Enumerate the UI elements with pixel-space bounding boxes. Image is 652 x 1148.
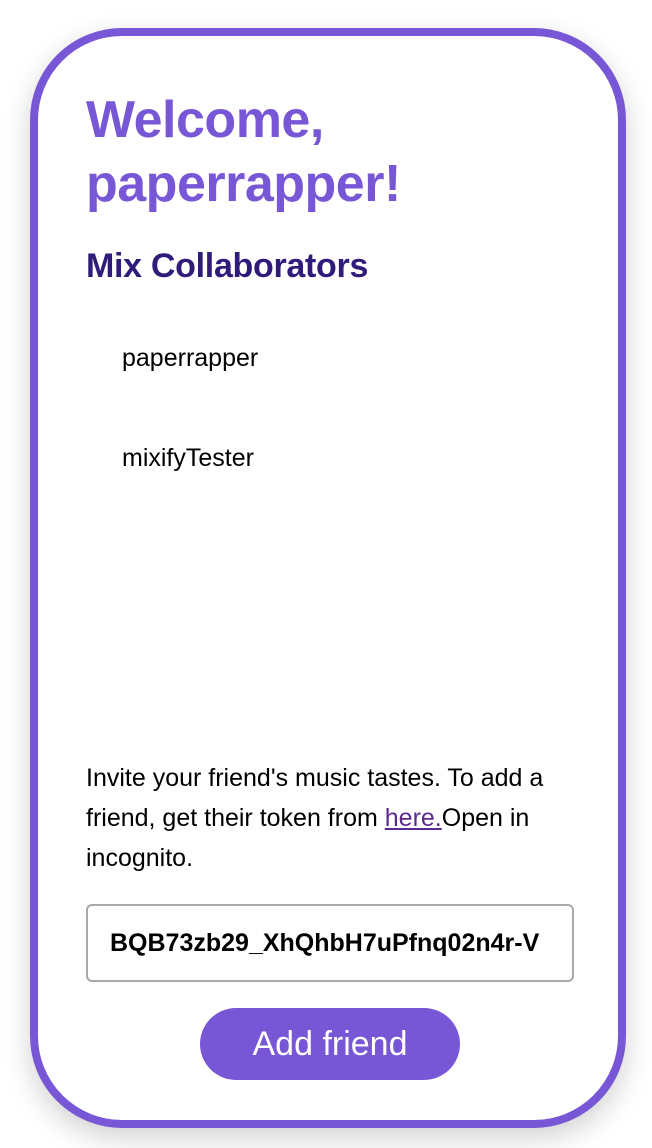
collaborators-heading: Mix Collaborators [86, 247, 369, 285]
add-friend-button[interactable]: Add friend [200, 1008, 460, 1080]
welcome-title: Welcome, paperrapper! [86, 91, 401, 213]
mix-card: Welcome, paperrapper! Mix Collaborators … [30, 28, 626, 1128]
list-item: paperrapper [122, 344, 259, 372]
invite-instructions: Invite your friend's music tastes. To ad… [86, 758, 556, 878]
token-input[interactable] [86, 904, 574, 982]
token-link[interactable]: here. [385, 804, 442, 832]
collaborators-list: paperrapper mixifyTester [122, 338, 258, 538]
list-item: mixifyTester [122, 444, 254, 472]
